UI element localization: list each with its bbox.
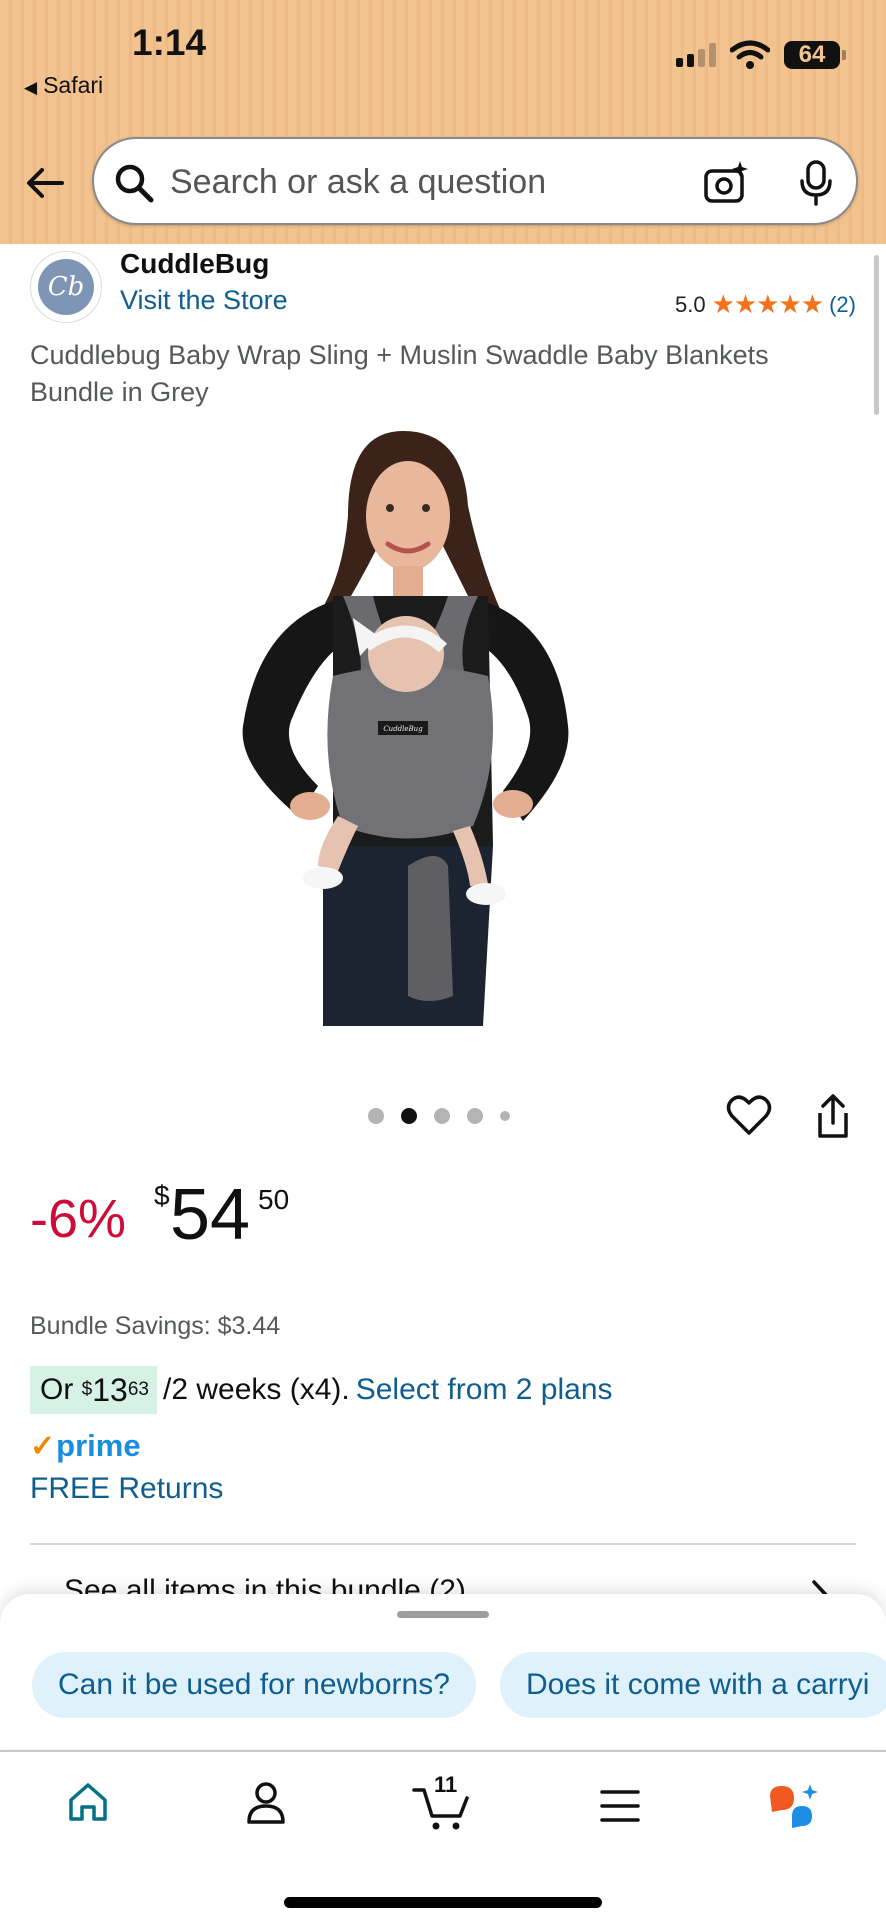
star-rating-icon: ★★★★★	[711, 289, 825, 319]
back-app-label: Safari	[43, 72, 104, 98]
home-icon[interactable]	[66, 1780, 110, 1824]
bundle-savings: Bundle Savings: $3.44	[30, 1312, 281, 1340]
carousel-dot-active[interactable]	[401, 1108, 417, 1124]
carousel-dot[interactable]	[467, 1108, 483, 1124]
visit-store-link[interactable]: Visit the Store	[120, 285, 288, 316]
product-image-label: CuddleBug	[383, 725, 423, 733]
back-triangle-icon: ◀	[24, 78, 38, 97]
rating-value: 5.0	[674, 291, 706, 317]
account-icon[interactable]	[244, 1780, 288, 1826]
price-currency: $	[154, 1180, 170, 1211]
installment-whole: 13	[92, 1371, 128, 1408]
status-time: 1:14	[132, 22, 207, 63]
store-logo[interactable]: Cb	[30, 251, 102, 323]
image-carousel-dots[interactable]	[368, 1108, 510, 1124]
installment-plans: Or $13 63 /2 weeks (x4). Select from 2 pl…	[30, 1366, 613, 1414]
prime-label: prime	[56, 1428, 141, 1463]
heart-icon[interactable]	[726, 1093, 772, 1137]
camera-sparkle-icon[interactable]	[702, 159, 750, 207]
search-field[interactable]: Search or ask a question	[92, 137, 858, 225]
wifi-icon	[730, 40, 770, 69]
section-divider	[30, 1543, 856, 1545]
carousel-dot[interactable]	[500, 1111, 510, 1121]
store-logo-mark: Cb	[38, 259, 94, 315]
prime-check-icon: ✓	[30, 1430, 56, 1463]
rating-summary[interactable]: 5.0 ★★★★★ (2)	[675, 289, 856, 320]
rufus-suggestions-sheet: Can it be used for newborns? Does it com…	[0, 1594, 886, 1749]
cellular-signal-icon	[676, 43, 716, 67]
menu-icon[interactable]	[598, 1786, 642, 1826]
discount-percent: -6%	[30, 1189, 127, 1249]
home-indicator[interactable]	[284, 1897, 602, 1908]
battery-icon: 64	[784, 41, 846, 69]
installment-amount-badge: Or $13 63	[30, 1366, 157, 1414]
search-icon	[115, 164, 154, 203]
installment-period: /2 weeks (x4).	[162, 1373, 350, 1406]
rufus-icon[interactable]	[766, 1782, 822, 1832]
bottom-tab-bar: 11	[0, 1750, 886, 1922]
back-arrow-icon[interactable]	[22, 160, 68, 206]
product-title: Cuddlebug Baby Wrap Sling + Muslin Swadd…	[30, 340, 769, 407]
scrollbar[interactable]	[874, 255, 879, 415]
select-plans-link[interactable]: Select from 2 plans	[356, 1373, 613, 1407]
product-image[interactable]: CuddleBug	[238, 426, 648, 1026]
search-placeholder: Search or ask a question	[170, 163, 547, 201]
share-icon[interactable]	[814, 1093, 852, 1139]
carousel-dot[interactable]	[368, 1108, 384, 1124]
rating-count-link[interactable]: (2)	[829, 292, 856, 318]
suggestion-chip[interactable]: Can it be used for newborns?	[32, 1652, 476, 1718]
microphone-icon[interactable]	[796, 159, 836, 207]
brand-name: CuddleBug	[120, 248, 270, 279]
carousel-dot[interactable]	[434, 1108, 450, 1124]
prime-badge: ✓ prime	[30, 1428, 141, 1464]
status-indicators: 64	[676, 40, 846, 70]
battery-level: 64	[784, 41, 840, 69]
back-to-safari-link[interactable]: ◀ Safari	[24, 72, 103, 99]
header-bar: 1:14 ◀ Safari 64 Search or ask a question	[0, 0, 886, 244]
price-fraction: 50	[258, 1184, 290, 1215]
suggestion-chip[interactable]: Does it come with a carryi	[500, 1652, 886, 1718]
price-whole: 54	[170, 1175, 251, 1255]
sheet-grabber[interactable]	[397, 1611, 489, 1618]
installment-or: Or	[40, 1373, 74, 1406]
cart-count-badge: 11	[434, 1772, 458, 1797]
free-returns-link[interactable]: FREE Returns	[30, 1472, 223, 1506]
